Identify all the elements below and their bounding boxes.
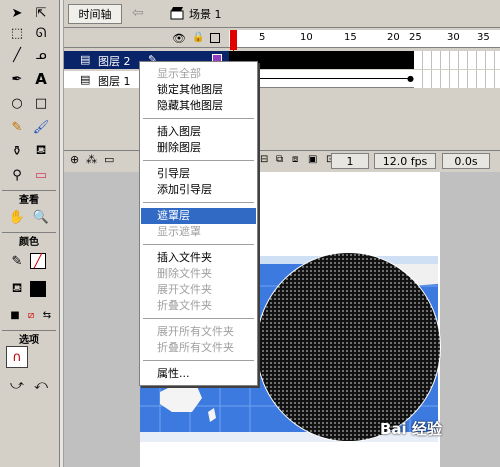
menu-item-expand-folder: 展开文件夹 [157, 283, 212, 296]
menu-item-properties[interactable]: 属性... [141, 366, 256, 382]
menu-separator [143, 318, 254, 319]
layer-icon: ▤ [80, 53, 91, 66]
hand-tool-icon[interactable]: ✋ [6, 206, 28, 228]
layer-name[interactable]: 图层 1 [98, 73, 131, 89]
section-options-label: 选项 [2, 330, 56, 346]
eye-icon[interactable]: 👁 [172, 32, 186, 45]
menu-separator [143, 360, 254, 361]
tools-panel: ➤ ⇱ ⬚ ᘏ ╱ ᓄ ✒ A ○ □ ✎ 🖌 ⚱ ⛾ ⚲ ▭ 查看 ✋ 🔍 颜… [0, 0, 60, 467]
menu-item-guide[interactable]: 引导层 [141, 166, 256, 182]
menu-item-show-all: 显示全部 [157, 67, 201, 80]
mask-circle-shape[interactable] [256, 252, 441, 442]
tween-arrow [235, 78, 409, 79]
menu-separator [143, 202, 254, 203]
lasso-alt-tool-icon[interactable]: ᓄ [30, 44, 52, 66]
menu-item-hide-others[interactable]: 隐藏其他图层 [141, 98, 256, 114]
lock-icon[interactable]: 🔒 [192, 32, 204, 43]
arrow-tool-icon[interactable]: ➤ [6, 2, 28, 24]
add-guide-layer-icon[interactable]: ⁂ [86, 153, 97, 166]
straighten-icon[interactable]: ⤺ [30, 374, 52, 396]
layer-header: 👁 🔒 [64, 30, 229, 48]
lasso-tool-icon[interactable]: ᘏ [30, 22, 52, 44]
eyedropper-tool-icon[interactable]: ⚲ [6, 164, 28, 186]
menu-separator [143, 160, 254, 161]
keyframe-icon: ● [407, 74, 414, 83]
layer-context-menu: 显示全部 锁定其他图层 隐藏其他图层 插入图层 删除图层 引导层 添加引导层 遮… [139, 61, 258, 386]
text-tool-icon[interactable]: A [30, 68, 52, 90]
eraser-tool-icon[interactable]: ▭ [30, 164, 52, 186]
swap-colors-icon[interactable]: ⇆ [36, 304, 58, 326]
add-layer-icon[interactable]: ⊕ [70, 153, 79, 166]
outline-icon[interactable] [210, 33, 220, 43]
menu-item-insert-layer[interactable]: 插入图层 [141, 124, 256, 140]
menu-item-lock-others[interactable]: 锁定其他图层 [141, 82, 256, 98]
ink-bottle-tool-icon[interactable]: ⚱ [6, 140, 28, 162]
snap-magnet-icon[interactable]: ∩ [6, 346, 28, 368]
paint-bucket-tool-icon[interactable]: ⛾ [30, 140, 52, 162]
stroke-color-icon[interactable]: ✎ [6, 250, 28, 272]
add-folder-icon[interactable]: ▭ [104, 153, 114, 166]
fill-color-icon[interactable]: ⛾ [6, 278, 28, 300]
edit-multiple-frames-icon[interactable]: ▣ [308, 154, 317, 165]
brush-tool-icon[interactable]: 🖌 [30, 116, 52, 138]
rectangle-tool-icon[interactable]: □ [30, 92, 52, 114]
layer-icon: ▤ [80, 73, 91, 86]
menu-separator [143, 118, 254, 119]
menu-item-expand-all-folders: 展开所有文件夹 [157, 325, 234, 338]
layer-name[interactable]: 图层 2 [98, 53, 131, 69]
ruler-number: 20 [387, 32, 400, 43]
ruler-number: 15 [344, 32, 357, 43]
scene-clapper-icon [170, 6, 184, 20]
menu-item-insert-folder[interactable]: 插入文件夹 [141, 250, 256, 266]
ruler-number: 5 [259, 32, 266, 43]
timeline-header-bar [64, 0, 500, 28]
menu-item-delete-layer[interactable]: 删除图层 [141, 140, 256, 156]
oval-tool-icon[interactable]: ○ [6, 92, 28, 114]
scene-label[interactable]: 场景 1 [189, 6, 222, 22]
center-frame-icon[interactable]: ⊟ [260, 154, 268, 165]
onion-outline-icon[interactable]: ⧈ [292, 154, 298, 165]
back-arrow-icon[interactable]: ⇦ [132, 5, 144, 21]
free-transform-tool-icon[interactable]: ⬚ [6, 22, 28, 44]
playhead[interactable] [230, 30, 237, 50]
menu-separator [143, 244, 254, 245]
ruler-number: 10 [300, 32, 313, 43]
stroke-color-swatch[interactable]: ╱ [30, 253, 46, 269]
watermark-logo: Bai 经验 [380, 420, 442, 438]
ruler-number: 35 [477, 32, 490, 43]
empty-frames-layer-1[interactable] [414, 70, 500, 88]
pen-tool-icon[interactable]: ✒ [6, 68, 28, 90]
menu-item-collapse-all-folders: 折叠所有文件夹 [157, 341, 234, 354]
fps-field[interactable]: 12.0 fps [374, 153, 436, 169]
pencil-tool-icon[interactable]: ✎ [6, 116, 28, 138]
timeline-toggle-button[interactable]: 时间轴 [68, 4, 122, 24]
line-tool-icon[interactable]: ╱ [6, 44, 28, 66]
menu-item-mask[interactable]: 遮罩层 [141, 208, 256, 224]
smooth-icon[interactable]: ⤻ [6, 374, 28, 396]
time-field: 0.0s [442, 153, 490, 169]
frame-ruler[interactable]: 1 5 10 15 20 25 30 35 [229, 30, 500, 48]
section-colors-label: 颜色 [2, 232, 56, 248]
menu-item-add-guide-layer[interactable]: 添加引导层 [141, 182, 256, 198]
menu-item-delete-folder: 删除文件夹 [157, 267, 212, 280]
empty-frames-layer-2[interactable] [414, 51, 500, 69]
onion-skin-icon[interactable]: ⧉ [276, 154, 283, 165]
current-frame-field[interactable]: 1 [331, 153, 369, 169]
menu-item-collapse-folder: 折叠文件夹 [157, 299, 212, 312]
fill-color-swatch[interactable] [30, 281, 46, 297]
subselect-tool-icon[interactable]: ⇱ [30, 2, 52, 24]
ruler-number: 25 [409, 32, 422, 43]
zoom-tool-icon[interactable]: 🔍 [30, 206, 52, 228]
section-view-label: 查看 [2, 190, 56, 206]
menu-item-show-masking: 显示遮罩 [157, 225, 201, 238]
ruler-number: 30 [447, 32, 460, 43]
